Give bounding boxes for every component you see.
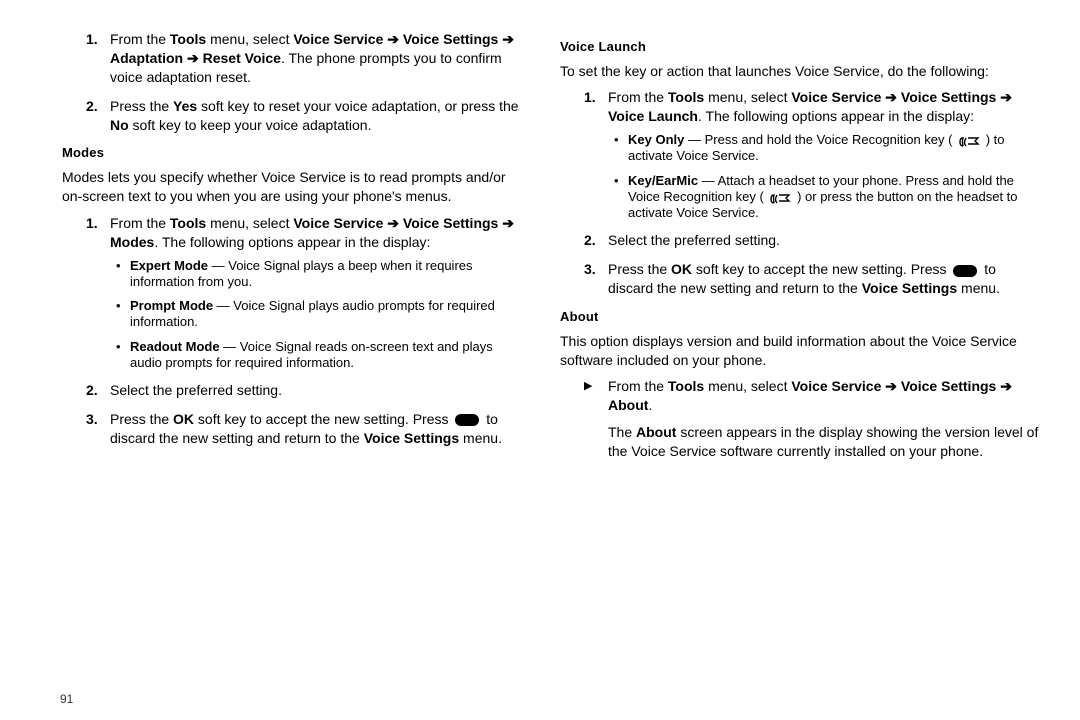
bullet-item: Key/EarMic — Attach a headset to your ph… <box>628 173 1040 222</box>
voice-recognition-key-icon <box>769 192 791 204</box>
list-item: From the Tools menu, select Voice Servic… <box>608 88 1040 221</box>
voice-recognition-key-icon <box>958 135 980 147</box>
list-item: From the Tools menu, select Voice Servic… <box>608 377 1040 461</box>
launch-bullets: Key Only — Press and hold the Voice Reco… <box>608 132 1040 221</box>
page-number: 91 <box>60 692 73 706</box>
bullet-item: Expert Mode — Voice Signal plays a beep … <box>130 258 520 291</box>
launch-steps: From the Tools menu, select Voice Servic… <box>560 88 1040 298</box>
columns: From the Tools menu, select Voice Servic… <box>40 30 1040 471</box>
left-column: From the Tools menu, select Voice Servic… <box>40 30 520 471</box>
modes-intro: Modes lets you specify whether Voice Ser… <box>62 168 520 206</box>
hardware-button-icon <box>953 265 977 277</box>
step-text: Press the OK soft key to accept the new … <box>110 411 502 446</box>
list-item: From the Tools menu, select Voice Servic… <box>110 30 520 87</box>
bullet-item: Prompt Mode — Voice Signal plays audio p… <box>130 298 520 331</box>
bullet-item: Key Only — Press and hold the Voice Reco… <box>628 132 1040 165</box>
about-steps: From the Tools menu, select Voice Servic… <box>560 377 1040 461</box>
mode-bullets: Expert Mode — Voice Signal plays a beep … <box>110 258 520 372</box>
reset-steps: From the Tools menu, select Voice Servic… <box>40 30 520 134</box>
list-item: Select the preferred setting. <box>110 381 520 400</box>
heading-about: About <box>560 308 1040 326</box>
manual-page: From the Tools menu, select Voice Servic… <box>0 0 1080 720</box>
step-text: Press the OK soft key to accept the new … <box>608 261 1000 296</box>
launch-intro: To set the key or action that launches V… <box>560 62 1040 81</box>
step-text: From the Tools menu, select Voice Servic… <box>110 215 514 250</box>
hardware-button-icon <box>455 414 479 426</box>
list-item: Press the Yes soft key to reset your voi… <box>110 97 520 135</box>
about-intro: This option displays version and build i… <box>560 332 1040 370</box>
about-result: The About screen appears in the display … <box>608 423 1040 461</box>
step-text: Press the Yes soft key to reset your voi… <box>110 98 519 133</box>
step-text: From the Tools menu, select Voice Servic… <box>608 89 1012 124</box>
list-item: Select the preferred setting. <box>608 231 1040 250</box>
right-column: Voice Launch To set the key or action th… <box>560 30 1040 471</box>
list-item: Press the OK soft key to accept the new … <box>608 260 1040 298</box>
step-text: From the Tools menu, select Voice Servic… <box>110 31 514 85</box>
heading-modes: Modes <box>62 144 520 162</box>
modes-steps: From the Tools menu, select Voice Servic… <box>40 214 520 448</box>
list-item: Press the OK soft key to accept the new … <box>110 410 520 448</box>
bullet-item: Readout Mode — Voice Signal reads on-scr… <box>130 339 520 372</box>
heading-voice-launch: Voice Launch <box>560 38 1040 56</box>
step-text: From the Tools menu, select Voice Servic… <box>608 378 1012 413</box>
step-text: Select the preferred setting. <box>110 382 282 398</box>
list-item: From the Tools menu, select Voice Servic… <box>110 214 520 371</box>
step-text: Select the preferred setting. <box>608 232 780 248</box>
